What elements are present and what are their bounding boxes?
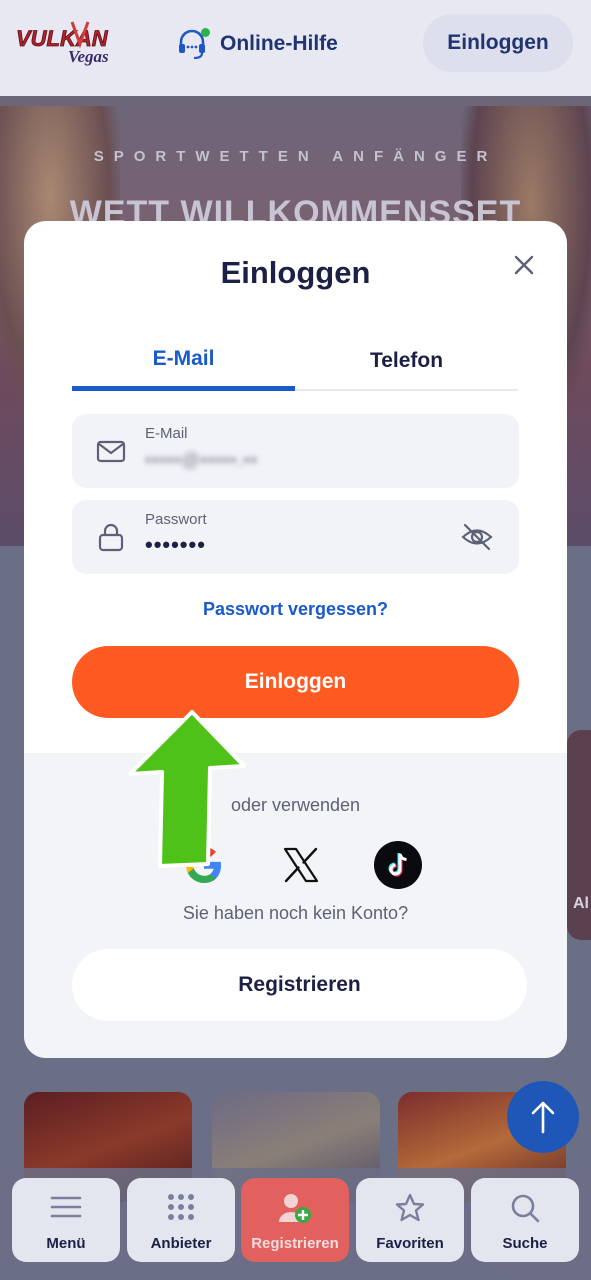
nav-search-label: Suche bbox=[502, 1235, 548, 1252]
menu-icon bbox=[50, 1196, 82, 1218]
nav-register[interactable]: Registrieren bbox=[241, 1178, 349, 1262]
add-user-icon bbox=[279, 1194, 311, 1223]
password-field-value: ••••••• bbox=[145, 532, 206, 557]
bottom-navigation: Menü Anbieter Registrieren Favoriten Suc… bbox=[0, 1168, 591, 1280]
header-login-button[interactable]: Einloggen bbox=[423, 14, 573, 72]
login-modal: Einloggen E-Mail Telefon E-Mail •••••@••… bbox=[24, 221, 567, 1058]
arrow-up-icon bbox=[531, 1101, 555, 1134]
nav-menu-label: Menü bbox=[46, 1235, 86, 1252]
svg-text:Vegas: Vegas bbox=[68, 47, 109, 66]
tab-email[interactable]: E-Mail bbox=[72, 331, 295, 391]
nav-favorites[interactable]: Favoriten bbox=[356, 1178, 464, 1262]
online-help-label: Online-Hilfe bbox=[220, 32, 338, 55]
nav-menu[interactable]: Menü bbox=[12, 1178, 120, 1262]
tab-phone[interactable]: Telefon bbox=[295, 331, 518, 391]
email-field[interactable]: E-Mail •••••@•••••.•• bbox=[72, 414, 519, 488]
scroll-to-top-button[interactable] bbox=[507, 1081, 579, 1153]
background-game-card[interactable]: Al bbox=[567, 730, 591, 940]
online-help-link[interactable]: Online-Hilfe bbox=[176, 24, 338, 64]
background-card-text: Al bbox=[573, 895, 589, 912]
vulkan-vegas-logo[interactable]: VULKAN Vegas bbox=[14, 18, 124, 66]
hero-kicker: SPORTWETTEN ANFÄNGER bbox=[93, 148, 498, 165]
tiktok-login-button[interactable] bbox=[374, 841, 422, 889]
tiktok-icon bbox=[388, 853, 407, 877]
x-icon bbox=[283, 847, 319, 883]
lock-icon bbox=[98, 523, 124, 552]
grid-icon bbox=[168, 1194, 194, 1220]
eye-off-icon[interactable] bbox=[460, 520, 494, 554]
search-icon bbox=[511, 1194, 540, 1223]
register-button[interactable]: Registrieren bbox=[72, 949, 527, 1021]
headset-icon bbox=[176, 28, 210, 60]
nav-search[interactable]: Suche bbox=[471, 1178, 579, 1262]
mail-icon bbox=[96, 440, 126, 463]
online-status-dot bbox=[201, 28, 210, 37]
or-use-label: oder verwenden bbox=[230, 795, 361, 815]
x-login-button[interactable] bbox=[277, 841, 325, 889]
password-field-label: Passwort bbox=[145, 511, 207, 528]
email-field-value: •••••@•••••.•• bbox=[145, 450, 258, 470]
modal-title: Einloggen bbox=[220, 255, 371, 290]
password-field[interactable]: Passwort ••••••• bbox=[72, 500, 519, 574]
login-method-tabs: E-Mail Telefon bbox=[72, 331, 518, 391]
star-icon bbox=[395, 1193, 425, 1222]
nav-favorites-label: Favoriten bbox=[376, 1235, 444, 1252]
email-field-label: E-Mail bbox=[145, 425, 188, 442]
forgot-password-link[interactable]: Passwort vergessen? bbox=[24, 599, 567, 620]
close-button[interactable] bbox=[510, 251, 538, 279]
no-account-label: Sie haben noch kein Konto? bbox=[182, 903, 409, 923]
close-icon bbox=[514, 255, 534, 275]
nav-providers[interactable]: Anbieter bbox=[127, 1178, 235, 1262]
nav-register-label: Registrieren bbox=[251, 1235, 339, 1252]
pointer-arrow-icon bbox=[128, 710, 246, 868]
top-bar: VULKAN Vegas Online-Hilfe Einloggen bbox=[0, 0, 591, 96]
nav-providers-label: Anbieter bbox=[150, 1235, 212, 1252]
